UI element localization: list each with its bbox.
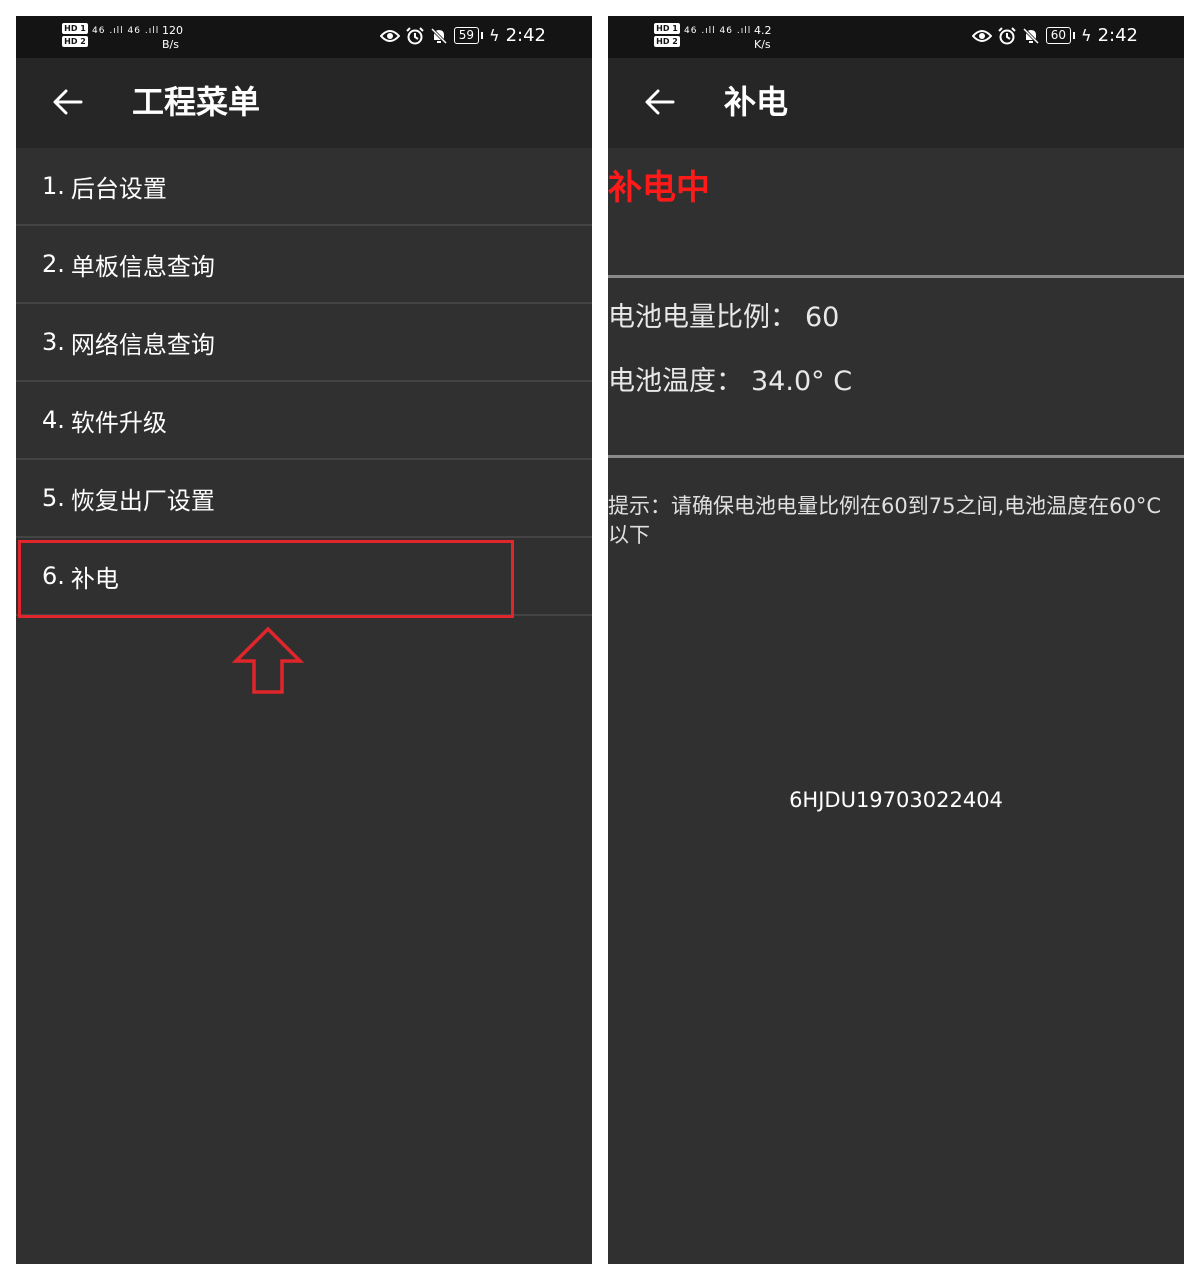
back-arrow-icon (645, 89, 675, 115)
alarm-icon (406, 26, 424, 44)
back-button[interactable] (638, 80, 682, 124)
alarm-icon (998, 26, 1016, 44)
battery-level-row: 电池电量比例： 60 (608, 300, 839, 336)
battery-icon: 59 (453, 27, 484, 44)
menu-item-label: 单板信息查询 (70, 252, 215, 281)
hd2-badge: HD 2 (654, 36, 680, 47)
divider (608, 275, 1184, 278)
network-speed-value: 4.2 (754, 24, 772, 37)
app-bar: 工程菜单 (16, 58, 592, 148)
highlight-box (18, 540, 514, 618)
menu-item-background-settings[interactable]: 1. 后台设置 (16, 148, 592, 226)
page-title: 补电 (724, 83, 789, 121)
hd2-badge: HD 2 (62, 36, 88, 47)
menu-item-number: 3. (42, 328, 65, 356)
menu-item-label: 后台设置 (70, 174, 167, 203)
hd-badges: HD 1 HD 2 (62, 23, 88, 49)
battery-icon: 60 (1045, 27, 1076, 44)
menu-item-label: 恢复出厂设置 (70, 486, 215, 515)
network-speed: 4.2 K/s (754, 24, 772, 52)
network-speed-unit: K/s (754, 38, 771, 51)
battery-level-label: 电池电量比例： (608, 302, 797, 333)
menu-item-number: 2. (42, 250, 65, 278)
hd-badges: HD 1 HD 2 (654, 23, 680, 49)
hd1-badge: HD 1 (62, 23, 88, 34)
status-bar: HD 1 HD 2 46 .ıll 46 .ıll 4.2 K/s 60 ϟ 2… (608, 16, 1184, 58)
eye-icon (379, 29, 400, 42)
clock: 2:42 (1097, 25, 1138, 46)
battery-temp-row: 电池温度： 34.0° C (608, 364, 852, 400)
menu-item-factory-reset[interactable]: 5. 恢复出厂设置 (16, 460, 592, 538)
recharge-status-section: 补电中 (608, 148, 1184, 276)
menu-item-number: 5. (42, 484, 65, 512)
battery-temp-label: 电池温度： (608, 366, 743, 397)
signal-icon: 46 .ıll 46 .ıll (684, 26, 752, 36)
back-button[interactable] (46, 80, 90, 124)
battery-temp-value: 34.0° C (751, 366, 853, 397)
recharge-status-text: 补电中 (608, 168, 710, 208)
eye-icon (971, 29, 992, 42)
right-phone-screen: HD 1 HD 2 46 .ıll 46 .ıll 4.2 K/s 60 ϟ 2… (608, 16, 1184, 1264)
page-title: 工程菜单 (132, 83, 261, 121)
hint-text: 提示：请确保电池电量比例在60到75之间,电池温度在60°C以下 (608, 494, 1162, 547)
mute-icon (1022, 27, 1039, 44)
status-icons: 60 ϟ 2:42 (971, 25, 1138, 46)
arrow-up-icon (232, 626, 304, 694)
charging-icon: ϟ (489, 26, 500, 45)
menu-item-software-upgrade[interactable]: 4. 软件升级 (16, 382, 592, 460)
menu-item-number: 1. (42, 172, 65, 200)
divider (608, 455, 1184, 458)
network-speed-unit: B/s (162, 38, 179, 51)
hd1-badge: HD 1 (654, 23, 680, 34)
charging-icon: ϟ (1081, 26, 1092, 45)
menu-item-label: 网络信息查询 (70, 330, 215, 359)
left-phone-screen: HD 1 HD 2 46 .ıll 46 .ıll 120 B/s 59 ϟ 2… (16, 16, 592, 1264)
app-bar: 补电 (608, 58, 1184, 148)
back-arrow-icon (53, 89, 83, 115)
menu-item-board-info[interactable]: 2. 单板信息查询 (16, 226, 592, 304)
menu-item-label: 软件升级 (70, 408, 167, 437)
signal-icon: 46 .ıll 46 .ıll (92, 26, 160, 36)
menu-item-network-info[interactable]: 3. 网络信息查询 (16, 304, 592, 382)
network-speed-value: 120 (162, 24, 183, 37)
clock: 2:42 (505, 25, 546, 46)
serial-number: 6HJDU19703022404 (789, 788, 1003, 812)
status-icons: 59 ϟ 2:42 (379, 25, 546, 46)
battery-level-value: 60 (805, 302, 840, 333)
mute-icon (430, 27, 447, 44)
status-bar: HD 1 HD 2 46 .ıll 46 .ıll 120 B/s 59 ϟ 2… (16, 16, 592, 58)
network-speed: 120 B/s (162, 24, 183, 52)
menu-item-number: 4. (42, 406, 65, 434)
